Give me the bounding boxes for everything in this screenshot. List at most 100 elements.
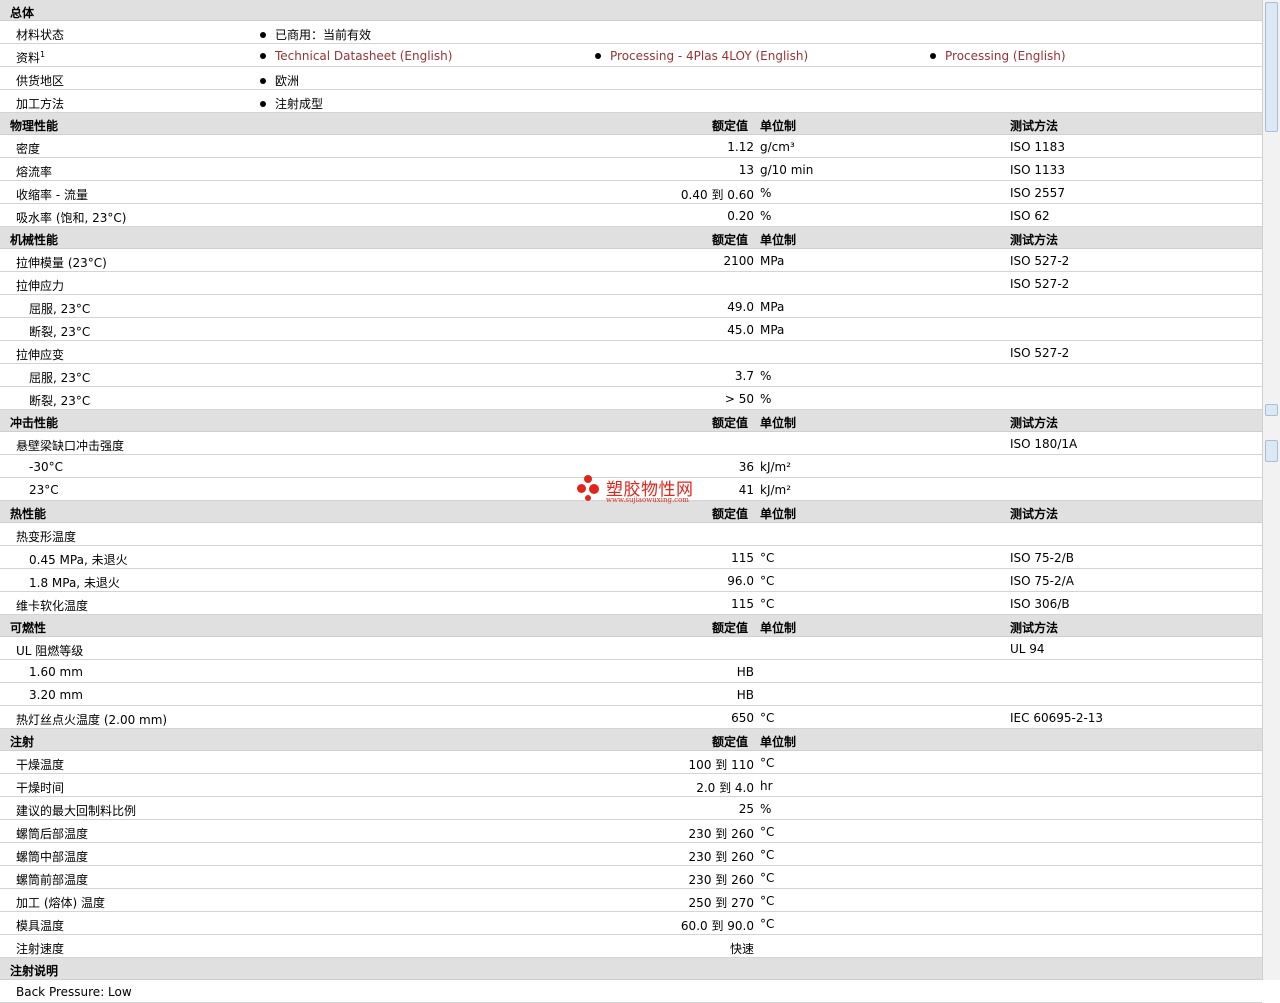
row-method: ISO 527-2 bbox=[1010, 346, 1070, 360]
row-method: ISO 1133 bbox=[1010, 163, 1065, 177]
section-header-injection-notes: 注射说明 bbox=[0, 958, 1262, 980]
row-method: IEC 60695-2-13 bbox=[1010, 711, 1104, 725]
row-label: 注射速度 bbox=[16, 942, 65, 956]
doc-link-processing[interactable]: Processing (English) bbox=[930, 49, 1066, 63]
header-method: 测试方法 bbox=[1010, 119, 1059, 133]
row-value: 100 到 110 bbox=[688, 758, 754, 772]
table-row: 干燥温度 100 到 110 °C bbox=[0, 751, 1262, 774]
scrollbar-thumb-secondary[interactable] bbox=[1265, 404, 1278, 416]
row-label: 吸水率 (饱和, 23°C) bbox=[16, 211, 127, 225]
header-unit: 单位制 bbox=[760, 735, 797, 749]
bullet-icon bbox=[260, 101, 266, 107]
table-row: 模具温度 60.0 到 90.0 °C bbox=[0, 912, 1262, 935]
row-label: 加工方法 bbox=[16, 97, 65, 111]
doc-link-technical-datasheet[interactable]: Technical Datasheet (English) bbox=[260, 49, 452, 63]
row-value: 2100 bbox=[723, 254, 754, 268]
bullet-icon bbox=[260, 78, 266, 84]
row-unit: °C bbox=[760, 574, 775, 588]
row-value: 650 bbox=[731, 711, 754, 725]
row-method: ISO 75-2/A bbox=[1010, 574, 1074, 588]
row-label: 收缩率 - 流量 bbox=[16, 188, 88, 202]
scrollbar-thumb[interactable] bbox=[1265, 2, 1278, 132]
row-label: 屈服, 23°C bbox=[29, 371, 91, 385]
row-unit: °C bbox=[760, 711, 775, 725]
row-value: 250 到 270 bbox=[688, 896, 754, 910]
logo-dot bbox=[585, 495, 591, 501]
row-unit: % bbox=[760, 802, 772, 816]
table-row: 螺筒前部温度 230 到 260 °C bbox=[0, 866, 1262, 889]
row-label: 螺筒中部温度 bbox=[16, 850, 89, 864]
table-row: 干燥时间 2.0 到 4.0 hr bbox=[0, 774, 1262, 797]
row-label: 热灯丝点火温度 (2.00 mm) bbox=[16, 713, 168, 727]
row-value: 3.7 bbox=[734, 369, 754, 383]
row-unit: kJ/m² bbox=[760, 483, 792, 497]
scrollbar-thumb-tertiary[interactable] bbox=[1265, 440, 1278, 462]
row-method: ISO 180/1A bbox=[1010, 437, 1078, 451]
row-unit: °C bbox=[760, 756, 775, 770]
table-row: 收缩率 - 流量 0.40 到 0.60% ISO 2557 bbox=[0, 181, 1262, 204]
section-header-general: 总体 bbox=[0, 0, 1262, 21]
general-row-region: 供货地区 欧洲 bbox=[0, 67, 1262, 90]
table-row: 拉伸应力 ISO 527-2 bbox=[0, 272, 1262, 295]
table-row: 建议的最大回制料比例 25% bbox=[0, 797, 1262, 820]
table-row: 螺筒后部温度 230 到 260 °C bbox=[0, 820, 1262, 843]
table-row: 屈服, 23°C 3.7% bbox=[0, 364, 1262, 387]
row-unit: °C bbox=[760, 871, 775, 885]
row-label: 热变形温度 bbox=[16, 530, 77, 544]
header-method: 测试方法 bbox=[1010, 233, 1059, 247]
row-value: 快速 bbox=[729, 942, 754, 956]
section-title: 注射说明 bbox=[10, 964, 59, 978]
row-label: 干燥时间 bbox=[16, 781, 65, 795]
header-method: 测试方法 bbox=[1010, 621, 1059, 635]
row-label: 维卡软化温度 bbox=[16, 599, 89, 613]
header-value: 额定值 bbox=[712, 621, 749, 635]
row-label: 0.45 MPa, 未退火 bbox=[29, 553, 128, 567]
row-unit: °C bbox=[760, 894, 775, 908]
section-header-injection: 注射 额定值 单位制 bbox=[0, 729, 1262, 751]
row-unit: g/10 min bbox=[760, 163, 814, 177]
table-row: 1.8 MPa, 未退火 96.0 °C ISO 75-2/A bbox=[0, 569, 1262, 592]
row-label: 断裂, 23°C bbox=[29, 394, 91, 408]
row-label: 加工 (熔体) 温度 bbox=[16, 896, 105, 910]
table-row: 注射速度 快速 bbox=[0, 935, 1262, 958]
row-label: 悬壁梁缺口冲击强度 bbox=[16, 439, 125, 453]
logo-dot bbox=[584, 475, 592, 483]
section-title: 注射 bbox=[10, 735, 35, 749]
row-value: 230 到 260 bbox=[688, 850, 754, 864]
row-value: HB bbox=[736, 665, 754, 679]
table-row: 0.45 MPa, 未退火 115 °C ISO 75-2/B bbox=[0, 546, 1262, 569]
table-row: 拉伸应变 ISO 527-2 bbox=[0, 341, 1262, 364]
row-label: -30°C bbox=[29, 460, 63, 474]
doc-link-processing-4plas[interactable]: Processing - 4Plas 4LOY (English) bbox=[595, 49, 808, 63]
table-row: 吸水率 (饱和, 23°C) 0.20% ISO 62 bbox=[0, 204, 1262, 227]
section-title: 可燃性 bbox=[10, 621, 47, 635]
row-value: 1.12 bbox=[727, 140, 754, 154]
bullet-icon bbox=[260, 32, 266, 38]
row-value: > 50 bbox=[724, 392, 754, 406]
header-value: 额定值 bbox=[712, 119, 749, 133]
row-unit: MPa bbox=[760, 254, 785, 268]
watermark-url: www.sujiaowuxing.com bbox=[606, 496, 689, 504]
table-row: 屈服, 23°C 49.0 MPa bbox=[0, 295, 1262, 318]
row-method: ISO 2557 bbox=[1010, 186, 1065, 200]
row-label: 密度 bbox=[16, 142, 41, 156]
section-title: 热性能 bbox=[10, 507, 47, 521]
row-value: 230 到 260 bbox=[688, 873, 754, 887]
general-row-process: 加工方法 注射成型 bbox=[0, 90, 1262, 113]
row-label: 1.60 mm bbox=[29, 665, 83, 679]
row-method: ISO 306/B bbox=[1010, 597, 1070, 611]
row-label: 1.8 MPa, 未退火 bbox=[29, 576, 120, 590]
vertical-scrollbar[interactable] bbox=[1262, 0, 1280, 980]
row-label: 断裂, 23°C bbox=[29, 325, 91, 339]
header-unit: 单位制 bbox=[760, 416, 797, 430]
section-title: 机械性能 bbox=[10, 233, 59, 247]
row-unit: % bbox=[760, 209, 772, 223]
table-row: 1.60 mm HB bbox=[0, 660, 1262, 683]
row-unit: °C bbox=[760, 825, 775, 839]
header-unit: 单位制 bbox=[760, 621, 797, 635]
header-unit: 单位制 bbox=[760, 119, 797, 133]
notes-row: Back Pressure: Low bbox=[0, 980, 1262, 1003]
row-label: 拉伸模量 (23°C) bbox=[16, 256, 107, 270]
table-row: 螺筒中部温度 230 到 260 °C bbox=[0, 843, 1262, 866]
row-label: 供货地区 bbox=[16, 74, 65, 88]
